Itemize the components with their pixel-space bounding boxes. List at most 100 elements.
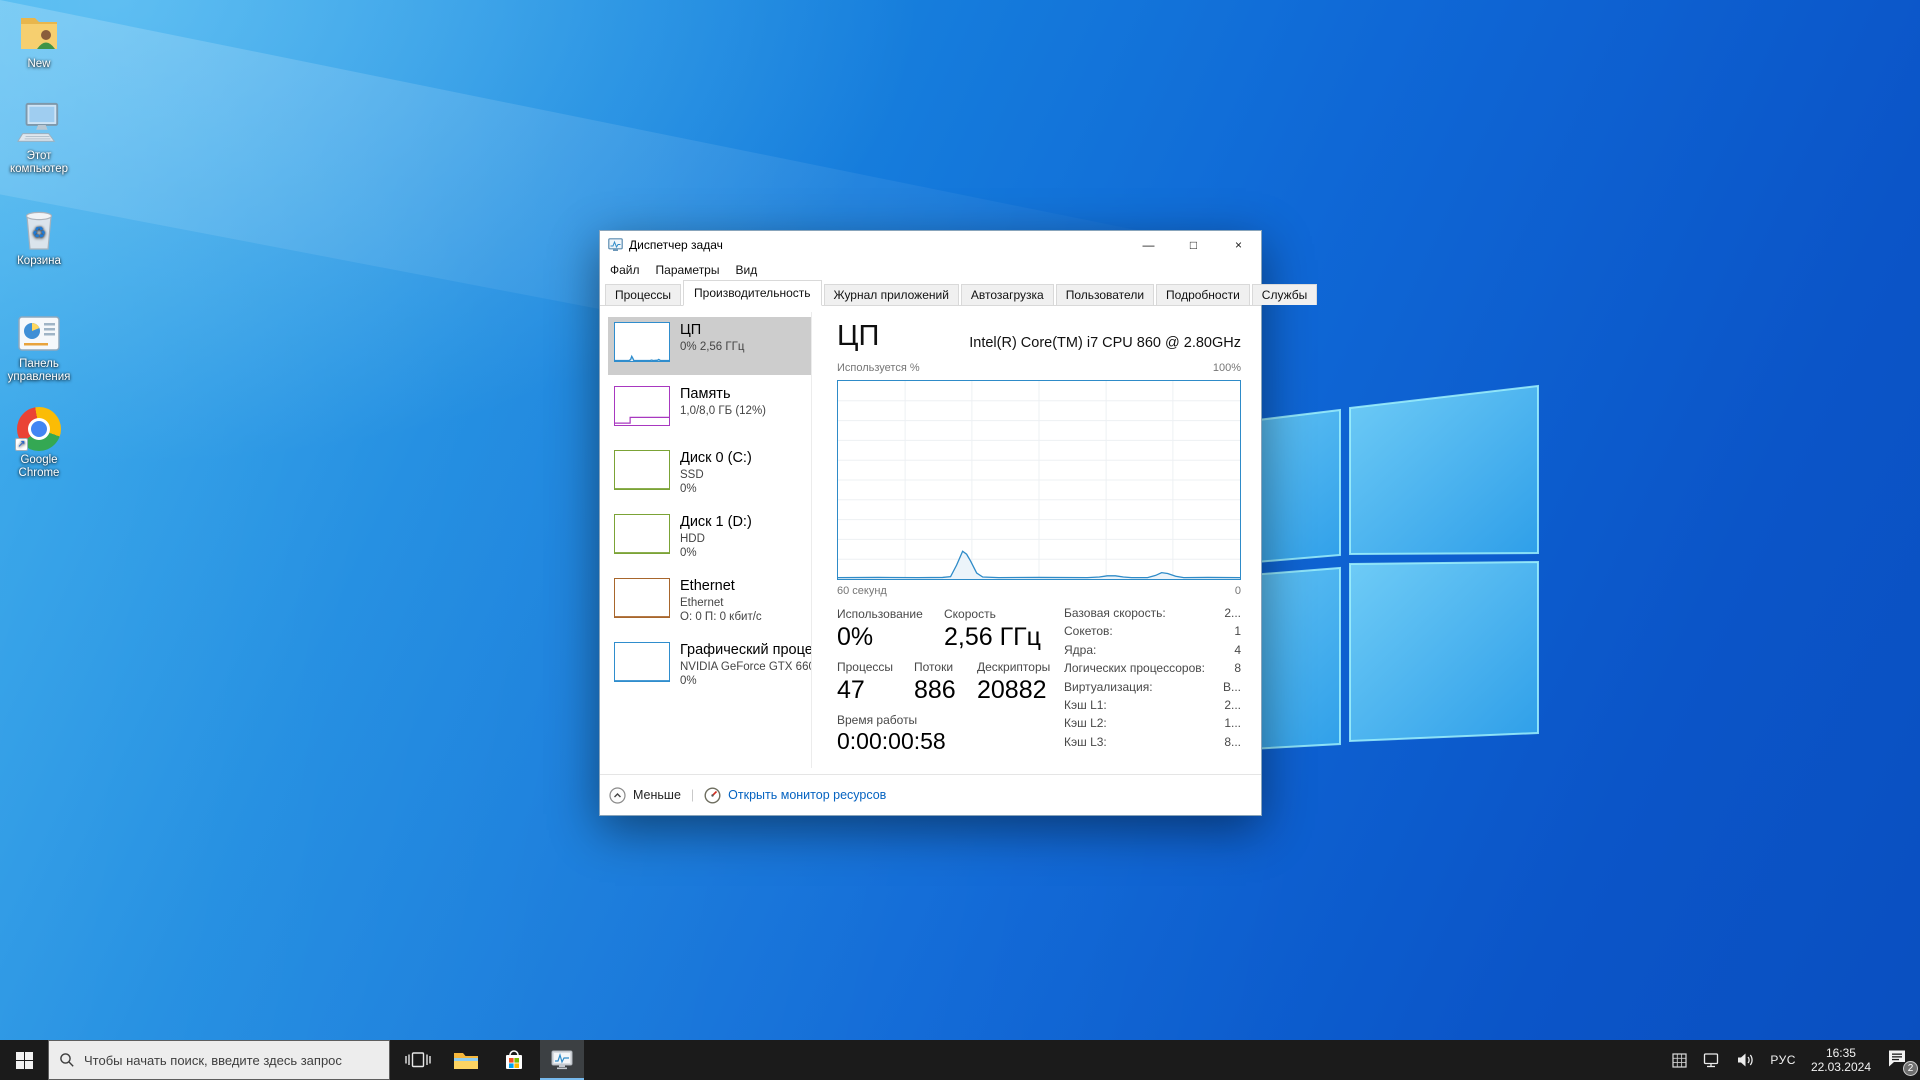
memory-mini-graph	[614, 386, 670, 426]
graph-max-label: 100%	[1213, 362, 1241, 374]
sidebar-item-cpu[interactable]: ЦП 0% 2,56 ГГц	[608, 317, 811, 375]
spec-value: 8	[1234, 661, 1241, 679]
graph-y-axis-label: Используется %	[837, 362, 920, 374]
recycle-bin-icon: ♻	[2, 205, 76, 252]
folder-user-icon	[2, 8, 76, 55]
task-view-button[interactable]	[396, 1040, 440, 1080]
notification-badge: 2	[1903, 1061, 1918, 1076]
stat-processes-label: Процессы	[837, 660, 893, 674]
spec-value: 2...	[1224, 698, 1241, 716]
tab-users[interactable]: Пользователи	[1056, 284, 1154, 305]
spec-label: Логических процессоров:	[1064, 661, 1205, 679]
menu-options[interactable]: Параметры	[648, 260, 728, 280]
task-manager-footer: Меньше | Открыть монитор ресурсов	[600, 774, 1261, 815]
sidebar-item-gpu[interactable]: Графический процессор 0 NVIDIA GeForce G…	[608, 637, 811, 695]
tab-app-history[interactable]: Журнал приложений	[824, 284, 959, 305]
tray-date: 22.03.2024	[1811, 1060, 1871, 1074]
spec-label: Кэш L2:	[1064, 716, 1107, 734]
search-input[interactable]	[84, 1053, 379, 1068]
desktop-icon-label: Корзина	[2, 255, 76, 268]
desktop-icon-new-folder[interactable]: New	[2, 8, 76, 71]
graph-x-axis-label: 60 секунд	[837, 585, 887, 597]
desktop-icon-label: New	[2, 58, 76, 71]
minimize-button[interactable]: —	[1126, 231, 1171, 259]
spec-label: Кэш L3:	[1064, 735, 1107, 753]
task-view-icon	[405, 1051, 431, 1069]
system-tray: РУС 16:35 22.03.2024 2	[1672, 1040, 1912, 1080]
stat-speed-label: Скорость	[944, 607, 996, 621]
stat-handles-value: 20882	[977, 676, 1047, 705]
stat-processes-value: 47	[837, 676, 865, 705]
tab-strip: Процессы Производительность Журнал прило…	[600, 281, 1261, 306]
menu-view[interactable]: Вид	[727, 260, 765, 280]
action-center-button[interactable]: 2	[1886, 1048, 1912, 1072]
cpu-detail-panel: ЦП Intel(R) Core(TM) i7 CPU 860 @ 2.80GH…	[837, 306, 1241, 774]
performance-content: ЦП 0% 2,56 ГГц Память 1,0/8,0 ГБ (12%)	[600, 306, 1261, 774]
clock[interactable]: 16:35 22.03.2024	[1811, 1046, 1871, 1074]
task-manager-taskbar-button[interactable]	[540, 1040, 584, 1080]
desktop-icon-label: Google Chrome	[2, 454, 76, 480]
microsoft-store-icon	[503, 1047, 525, 1073]
desktop-icon-label: Этот компьютер	[2, 150, 76, 176]
stat-uptime-value: 0:00:00:58	[837, 728, 946, 755]
close-button[interactable]: ×	[1216, 231, 1261, 259]
tab-details[interactable]: Подробности	[1156, 284, 1250, 305]
spec-label: Виртуализация:	[1064, 680, 1153, 698]
title-bar[interactable]: Диспетчер задач — □ ×	[600, 231, 1261, 259]
language-indicator[interactable]: РУС	[1770, 1053, 1796, 1067]
task-manager-icon	[550, 1049, 574, 1071]
fewer-details-button[interactable]: Меньше	[609, 787, 681, 804]
menu-bar: Файл Параметры Вид	[600, 259, 1261, 281]
disk1-mini-graph	[614, 514, 670, 554]
maximize-button[interactable]: □	[1171, 231, 1216, 259]
resource-monitor-icon	[704, 787, 721, 804]
task-manager-window: Диспетчер задач — □ × Файл Параметры Вид…	[599, 230, 1262, 816]
shortcut-arrow-icon: ↗	[15, 438, 28, 451]
menu-file[interactable]: Файл	[602, 260, 648, 280]
svg-text:♻: ♻	[32, 225, 46, 242]
chevron-up-circle-icon	[609, 787, 626, 804]
tab-performance[interactable]: Производительность	[683, 280, 821, 306]
volume-icon[interactable]	[1736, 1052, 1755, 1068]
sidebar-item-memory[interactable]: Память 1,0/8,0 ГБ (12%)	[608, 381, 811, 439]
microsoft-store-button[interactable]	[492, 1040, 536, 1080]
desktop-icon-control-panel[interactable]: Панель управления	[2, 308, 76, 384]
sidebar-item-ethernet[interactable]: Ethernet Ethernet О: 0 П: 0 кбит/с	[608, 573, 811, 631]
spec-label: Кэш L1:	[1064, 698, 1107, 716]
task-manager-app-icon	[608, 238, 623, 252]
search-icon	[59, 1052, 75, 1068]
tab-startup[interactable]: Автозагрузка	[961, 284, 1054, 305]
spec-label: Сокетов:	[1064, 624, 1113, 642]
windows-start-icon	[16, 1052, 33, 1069]
cpu-usage-graph	[837, 380, 1241, 580]
footer-separator: |	[691, 788, 694, 802]
performance-sidebar: ЦП 0% 2,56 ГГц Память 1,0/8,0 ГБ (12%)	[608, 317, 811, 701]
stat-handles-label: Дескрипторы	[977, 660, 1050, 674]
desktop-icon-recycle-bin[interactable]: ♻ Корзина	[2, 205, 76, 268]
network-icon[interactable]	[1702, 1052, 1721, 1069]
start-button[interactable]	[0, 1040, 48, 1080]
spec-value: 8...	[1224, 735, 1241, 753]
taskbar-search[interactable]	[48, 1040, 390, 1080]
tray-grid-icon[interactable]	[1672, 1053, 1687, 1068]
sidebar-item-disk1[interactable]: Диск 1 (D:) HDD 0%	[608, 509, 811, 567]
desktop-icon-this-pc[interactable]: Этот компьютер	[2, 100, 76, 176]
ethernet-mini-graph	[614, 578, 670, 618]
graph-zero-label: 0	[1235, 585, 1241, 597]
desktop: New Этот компьютер ♻ Корзина	[0, 0, 1920, 1080]
spec-value: 4	[1234, 643, 1241, 661]
file-explorer-button[interactable]	[444, 1040, 488, 1080]
spec-value: 2...	[1224, 606, 1241, 624]
disk0-mini-graph	[614, 450, 670, 490]
open-resource-monitor-link[interactable]: Открыть монитор ресурсов	[728, 788, 886, 802]
spec-label: Ядра:	[1064, 643, 1096, 661]
spec-value: 1...	[1224, 716, 1241, 734]
tab-services[interactable]: Службы	[1252, 284, 1317, 305]
spec-value: 1	[1234, 624, 1241, 642]
sidebar-item-disk0[interactable]: Диск 0 (C:) SSD 0%	[608, 445, 811, 503]
tab-processes[interactable]: Процессы	[605, 284, 681, 305]
sidebar-divider	[811, 312, 812, 768]
device-full-name: Intel(R) Core(TM) i7 CPU 860 @ 2.80GHz	[969, 335, 1241, 351]
stat-usage-label: Использование	[837, 607, 923, 621]
desktop-icon-google-chrome[interactable]: ↗ Google Chrome	[2, 404, 76, 480]
